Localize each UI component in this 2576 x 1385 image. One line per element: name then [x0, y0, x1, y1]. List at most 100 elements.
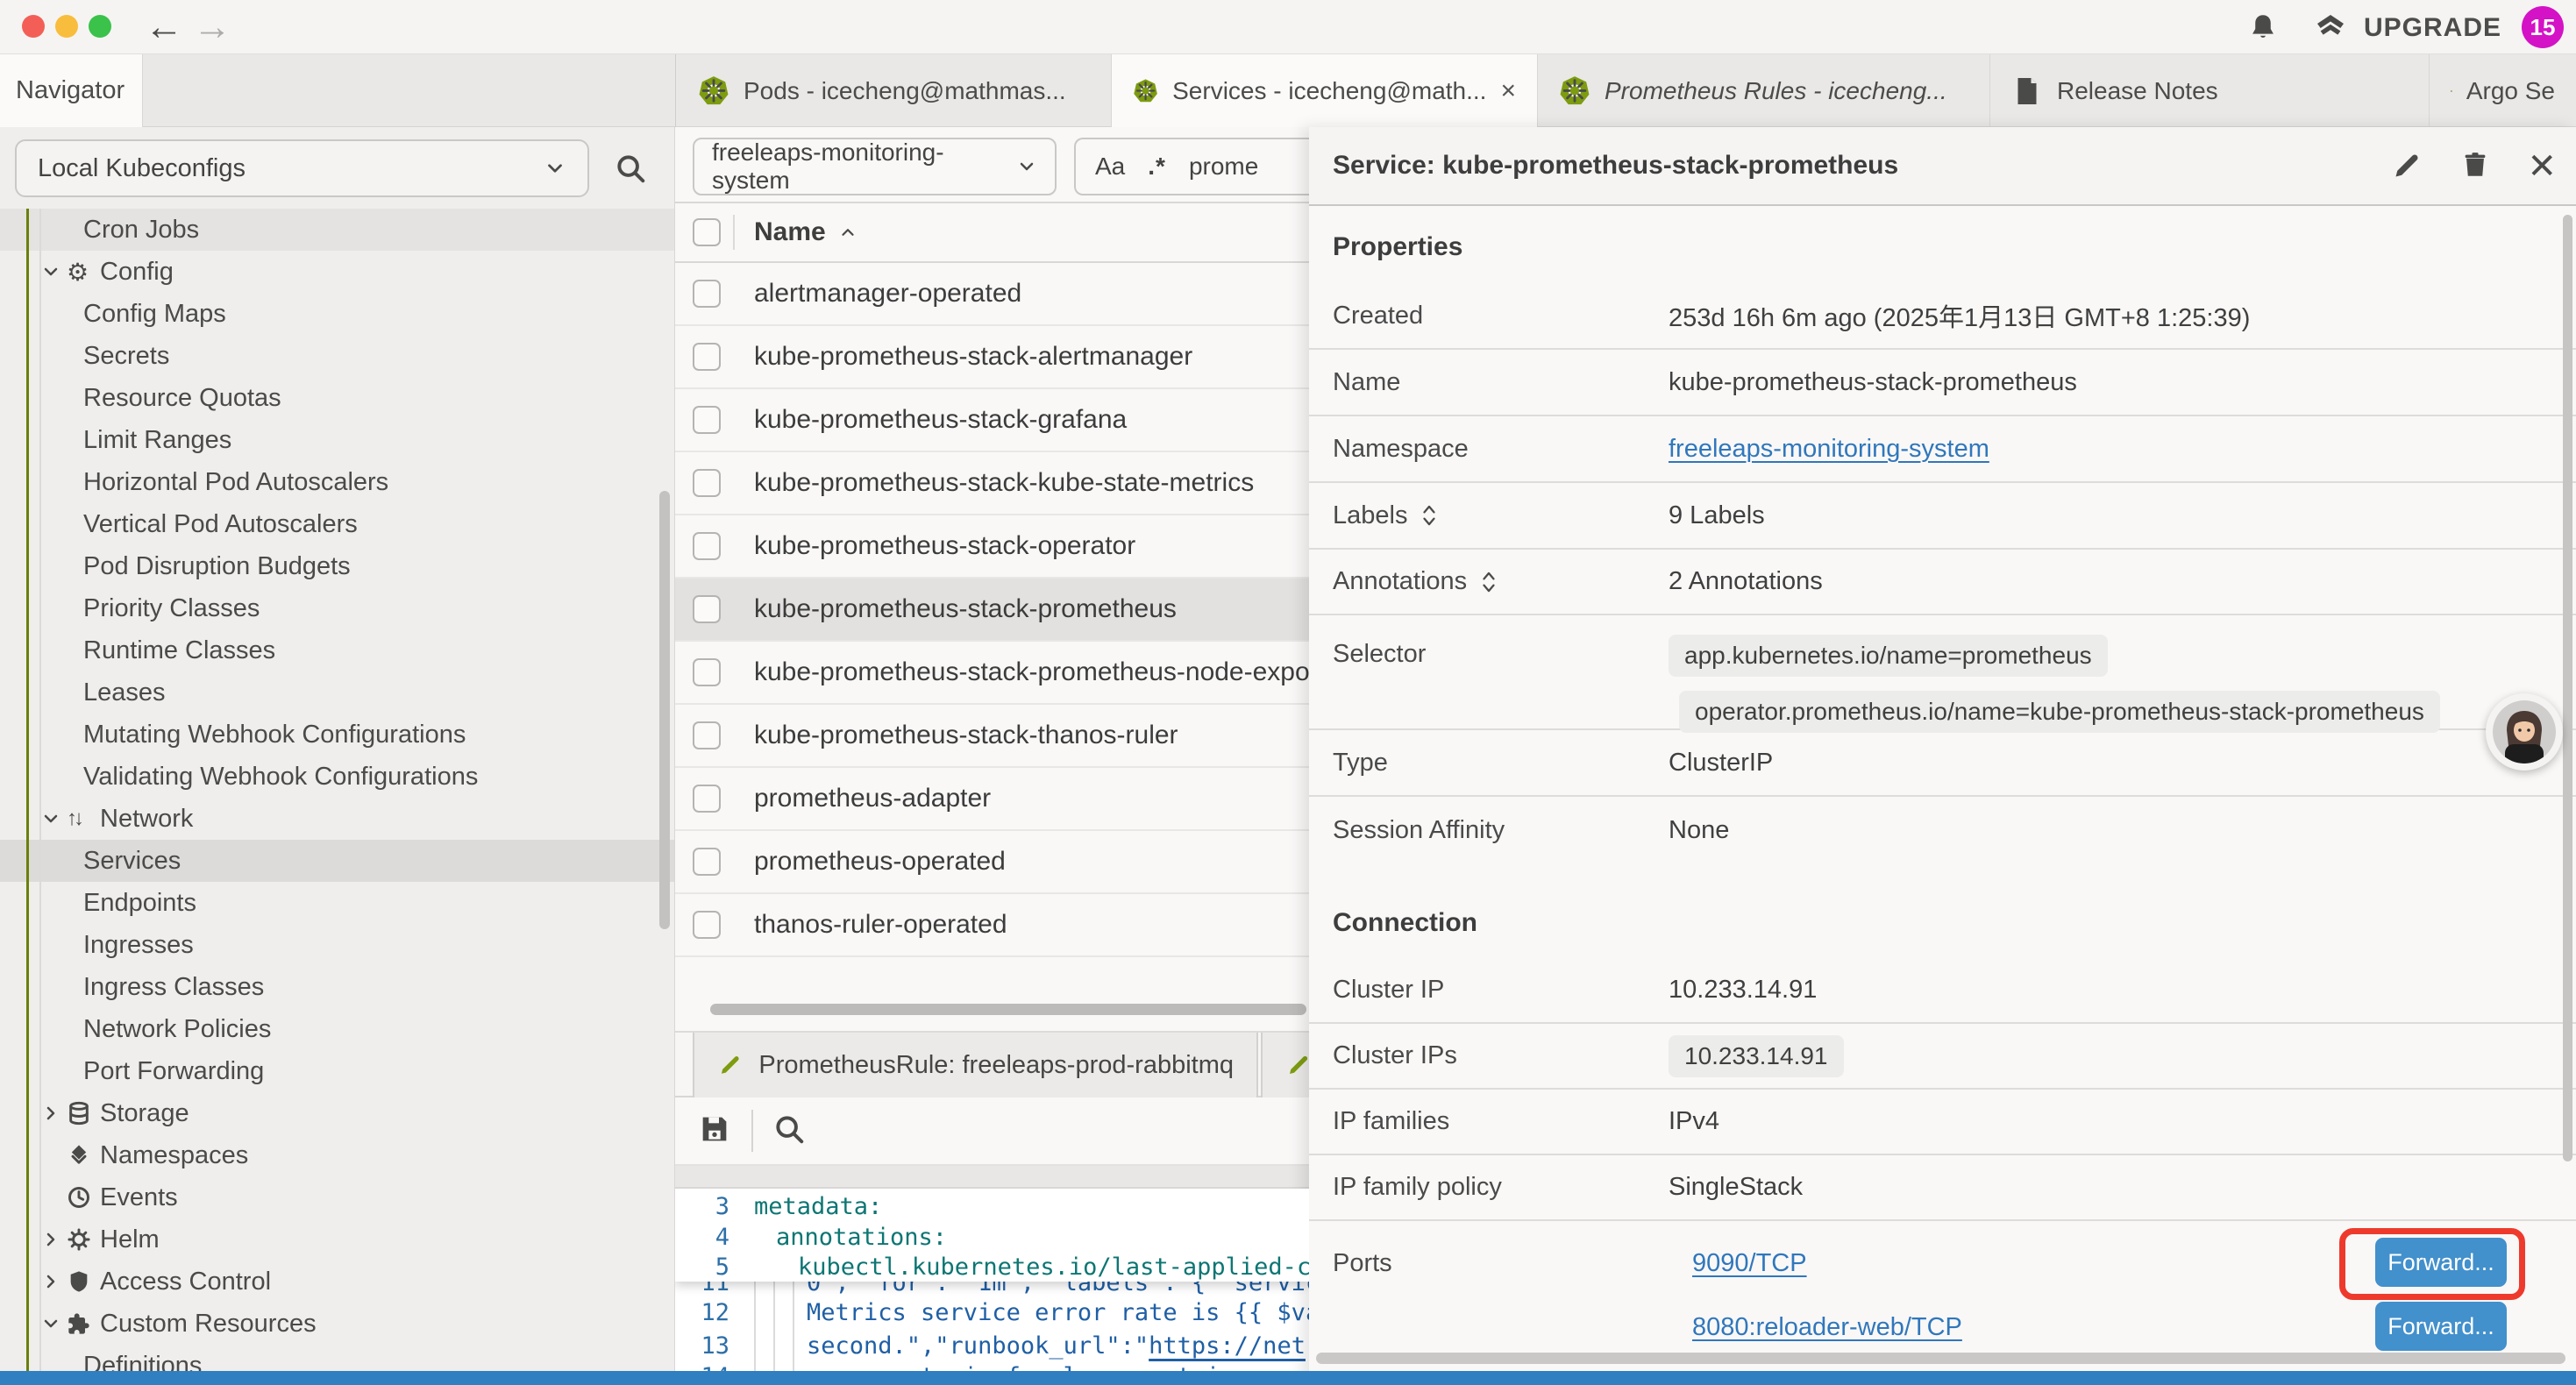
row-checkbox[interactable]	[693, 785, 721, 813]
chevron-down-icon[interactable]	[40, 808, 67, 829]
sidebar-item-endpoints[interactable]: Endpoints	[0, 882, 674, 924]
row-checkbox[interactable]	[693, 469, 721, 497]
sidebar-item-config[interactable]: ⚙ Config	[0, 251, 674, 293]
tab-navigator[interactable]: Navigator	[0, 54, 143, 127]
search-icon[interactable]	[614, 152, 647, 189]
table-row[interactable]: kube-prometheus-stack-prometheus-node-ex…	[675, 642, 1309, 705]
close-panel-icon[interactable]: ✕	[2527, 146, 2557, 187]
chevron-right-icon[interactable]	[40, 1229, 67, 1250]
delete-trash-icon[interactable]	[2460, 149, 2490, 185]
kubeconfig-selector[interactable]: Local Kubeconfigs	[15, 139, 589, 197]
avatar[interactable]	[2486, 693, 2563, 771]
close-window-button[interactable]	[22, 15, 45, 38]
chevron-right-icon[interactable]	[40, 1271, 67, 1292]
minimize-window-button[interactable]	[55, 15, 78, 38]
upgrade-button[interactable]: UPGRADE	[2311, 11, 2501, 46]
chevron-right-icon[interactable]	[40, 1103, 67, 1124]
row-checkbox[interactable]	[693, 721, 721, 749]
match-case-toggle[interactable]: Aa	[1095, 153, 1125, 181]
sidebar-item-ingress-classes[interactable]: Ingress Classes	[0, 966, 674, 1008]
sidebar-item-ingresses[interactable]: Ingresses	[0, 924, 674, 966]
tab-pods[interactable]: Pods - icecheng@mathmas...	[677, 54, 1112, 127]
search-input[interactable]: Aa .* prome	[1074, 138, 1309, 195]
sidebar-item-cron-jobs[interactable]: Cron Jobs	[0, 209, 674, 251]
expand-updown-icon[interactable]	[1420, 502, 1439, 529]
table-row[interactable]: kube-prometheus-stack-operator	[675, 515, 1309, 579]
row-checkbox[interactable]	[693, 658, 721, 686]
sidebar-item-limit-ranges[interactable]: Limit Ranges	[0, 419, 674, 461]
sidebar-item-storage[interactable]: Storage	[0, 1092, 674, 1134]
table-row[interactable]: thanos-ruler-operated	[675, 894, 1309, 957]
expand-updown-icon[interactable]	[1479, 569, 1498, 595]
editor-tab-partial[interactable]	[1261, 1033, 1309, 1097]
table-row-selected[interactable]: kube-prometheus-stack-prometheus	[675, 579, 1309, 642]
table-row[interactable]: kube-prometheus-stack-kube-state-metrics	[675, 452, 1309, 515]
editor-tab-prometheusrule[interactable]: PrometheusRule: freeleaps-prod-rabbitmq	[693, 1033, 1258, 1097]
tab-argo[interactable]: Argo Se	[2430, 54, 2576, 127]
row-checkbox[interactable]	[693, 595, 721, 623]
save-icon[interactable]	[697, 1112, 732, 1151]
notification-count-badge[interactable]: 15	[2522, 6, 2564, 48]
row-checkbox[interactable]	[693, 911, 721, 939]
sidebar-item-vertical-pod-autoscalers[interactable]: Vertical Pod Autoscalers	[0, 503, 674, 545]
sidebar-item-validating-webhook-configurations[interactable]: Validating Webhook Configurations	[0, 756, 674, 798]
sidebar-item-network-policies[interactable]: Network Policies	[0, 1008, 674, 1050]
table-row[interactable]: kube-prometheus-stack-thanos-ruler	[675, 705, 1309, 768]
edit-pencil-icon[interactable]	[2392, 149, 2423, 185]
zoom-window-button[interactable]	[89, 15, 111, 38]
back-icon[interactable]: ←	[145, 5, 183, 49]
sidebar-item-runtime-classes[interactable]: Runtime Classes	[0, 629, 674, 671]
chevron-down-icon[interactable]	[40, 261, 67, 282]
sidebar-item-custom-resources[interactable]: Custom Resources	[0, 1303, 674, 1345]
row-checkbox[interactable]	[693, 343, 721, 371]
sidebar-item-secrets[interactable]: Secrets	[0, 335, 674, 377]
port-link-8080[interactable]: 8080:reloader-web/TCP	[1692, 1313, 1962, 1342]
forward-icon[interactable]: →	[193, 5, 231, 49]
sidebar-item-leases[interactable]: Leases	[0, 671, 674, 714]
sidebar-scrollbar[interactable]	[659, 491, 670, 929]
sidebar-item-pod-disruption-budgets[interactable]: Pod Disruption Budgets	[0, 545, 674, 587]
row-checkbox[interactable]	[693, 532, 721, 560]
namespace-selector[interactable]: freeleaps-monitoring-system	[693, 138, 1057, 195]
close-tab-icon[interactable]: ×	[1500, 76, 1516, 106]
chevron-down-icon[interactable]	[40, 1313, 67, 1334]
select-all-checkbox[interactable]	[693, 218, 721, 246]
runbook-url-link[interactable]: https://net	[1149, 1332, 1306, 1360]
sidebar-item-namespaces[interactable]: Namespaces	[0, 1134, 674, 1176]
row-checkbox[interactable]	[693, 406, 721, 434]
name-column-header[interactable]: Name	[754, 217, 857, 247]
detail-row-cluster-ips: Cluster IPs 10.233.14.91	[1309, 1024, 2576, 1090]
forward-port-button[interactable]: Forward...	[2375, 1302, 2507, 1351]
yaml-editor[interactable]: 11 0", "for": "1m", "labels": { "service…	[675, 1189, 1309, 1385]
tab-prometheus-rules[interactable]: Prometheus Rules - icecheng...	[1538, 54, 1990, 127]
sidebar-item-mutating-webhook-configurations[interactable]: Mutating Webhook Configurations	[0, 714, 674, 756]
sidebar-item-services[interactable]: Services	[0, 840, 674, 882]
table-row[interactable]: prometheus-adapter	[675, 768, 1309, 831]
regex-toggle-icon[interactable]: .*	[1148, 153, 1166, 181]
row-checkbox[interactable]	[693, 280, 721, 308]
forward-port-button[interactable]: Forward...	[2375, 1238, 2507, 1287]
detail-horizontal-scrollbar[interactable]	[1316, 1353, 2565, 1364]
row-checkbox[interactable]	[693, 848, 721, 876]
notifications-bell-icon[interactable]	[2245, 11, 2281, 52]
sidebar-item-resource-quotas[interactable]: Resource Quotas	[0, 377, 674, 419]
table-row[interactable]: kube-prometheus-stack-grafana	[675, 389, 1309, 452]
tab-release-notes[interactable]: Release Notes	[1990, 54, 2430, 127]
sidebar-item-access-control[interactable]: Access Control	[0, 1261, 674, 1303]
namespace-link[interactable]: freeleaps-monitoring-system	[1669, 435, 1989, 464]
sidebar-item-helm[interactable]: Helm	[0, 1218, 674, 1261]
sidebar-item-port-forwarding[interactable]: Port Forwarding	[0, 1050, 674, 1092]
table-row[interactable]: alertmanager-operated	[675, 263, 1309, 326]
detail-vertical-scrollbar[interactable]	[2563, 215, 2572, 1161]
horizontal-scrollbar[interactable]	[710, 1004, 1306, 1015]
tab-services[interactable]: Services - icecheng@math... ×	[1112, 54, 1538, 127]
sidebar-item-horizontal-pod-autoscalers[interactable]: Horizontal Pod Autoscalers	[0, 461, 674, 503]
table-row[interactable]: kube-prometheus-stack-alertmanager	[675, 326, 1309, 389]
sidebar-item-priority-classes[interactable]: Priority Classes	[0, 587, 674, 629]
sidebar-item-events[interactable]: Events	[0, 1176, 674, 1218]
find-in-editor-icon[interactable]	[772, 1112, 806, 1150]
table-row[interactable]: prometheus-operated	[675, 831, 1309, 894]
sidebar-item-config-maps[interactable]: Config Maps	[0, 293, 674, 335]
sidebar-item-network[interactable]: ↑↓ Network	[0, 798, 674, 840]
port-link-9090[interactable]: 9090/TCP	[1692, 1249, 1807, 1278]
